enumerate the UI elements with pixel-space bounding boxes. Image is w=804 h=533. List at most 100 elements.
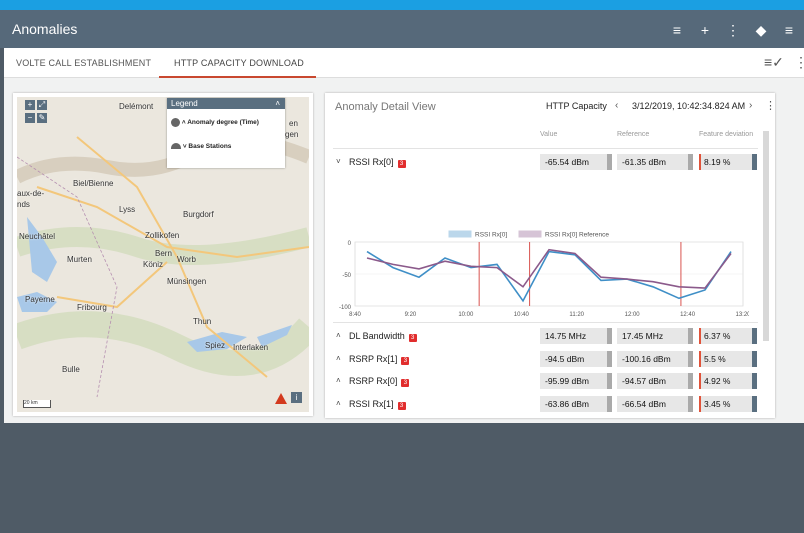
x-tick-label: 13:20 — [735, 312, 749, 318]
legend-title: Legend — [171, 99, 198, 108]
fullscreen-icon[interactable]: ⤢ — [37, 100, 47, 110]
deviation-cell: 4.92 % — [699, 373, 757, 389]
cell-cap — [688, 328, 693, 344]
legend-swatch-0 — [448, 230, 472, 238]
chevron-up-icon: ˄ — [181, 119, 186, 127]
map-label: Interlaken — [233, 343, 269, 352]
map-label: Spiez — [205, 341, 226, 350]
deviation-text: 6.37 % — [704, 331, 731, 341]
reference-cell: 17.45 MHz — [617, 328, 693, 344]
map-label: Biel/Bienne — [73, 179, 114, 188]
row-name: RSRP Rx[0] 3 — [349, 376, 410, 387]
chevron-down-icon[interactable]: ˅ — [336, 157, 341, 166]
row-name-text: RSSI Rx[1] — [349, 398, 394, 409]
more-vertical-icon[interactable]: ⋮ — [794, 54, 804, 71]
tab-http-capacity-download[interactable]: HTTP CAPACITY DOWNLOAD — [174, 58, 304, 68]
zoom-out-icon[interactable]: − — [25, 113, 35, 123]
deviation-bar — [699, 373, 701, 389]
divider — [333, 148, 758, 149]
value-text: -65.54 dBm — [545, 157, 589, 167]
deviation-text: 4.92 % — [704, 376, 731, 386]
map-label: Murten — [67, 255, 92, 264]
edit-icon[interactable]: ✎ — [37, 113, 47, 123]
metric-row[interactable]: ˄ RSRP Rx[1] 3 -94.5 dBm -100.16 dBm 5.5 % — [325, 349, 775, 371]
chevron-up-icon[interactable]: ˄ — [336, 399, 341, 408]
more-vertical-icon[interactable]: ⋮ — [765, 99, 775, 112]
map-label: Lyss — [119, 205, 136, 214]
cell-cap — [688, 154, 693, 170]
legend-swatch-1 — [518, 230, 542, 238]
metric-row[interactable]: ˄ RSSI Rx[1] 3 -63.86 dBm -66.54 dBm 3.45 % — [325, 394, 775, 416]
map-view[interactable]: + ⤢ − ✎ Delémont Biel/Bienne Lyss Burgdo… — [17, 97, 309, 412]
deviation-cell: 5.5 % — [699, 350, 757, 367]
main-content: VOLTE CALL ESTABLISHMENT HTTP CAPACITY D… — [4, 48, 804, 423]
metric-row[interactable]: ˄RSRQ Rx[1]3-12.25 dB-14.3 dB3.3 % — [325, 416, 775, 418]
legend-header[interactable]: Legend ˄ — [167, 98, 285, 109]
tab-volte-call-establishment[interactable]: VOLTE CALL ESTABLISHMENT — [16, 58, 151, 68]
reference-text: -100.16 dBm — [622, 353, 671, 364]
warning-icon[interactable] — [275, 393, 287, 404]
deviation-text: 3.45 % — [704, 398, 731, 409]
column-header-value: Value — [540, 131, 558, 138]
add-icon[interactable]: + — [694, 19, 716, 41]
deviation-cell: 6.37 % — [699, 328, 757, 344]
divider — [333, 322, 758, 323]
metric-row[interactable]: ˄ RSRP Rx[0] 3 -95.99 dBm -94.57 dBm 4.92 % — [325, 371, 775, 393]
legend-item-base-stations[interactable]: ˅ Base Stations — [171, 143, 231, 150]
x-tick-label: 12:00 — [625, 312, 641, 318]
map-label: Neuchâtel — [19, 232, 56, 241]
anomaly-badge: 3 — [401, 356, 410, 365]
tab-bar: VOLTE CALL ESTABLISHMENT HTTP CAPACITY D… — [4, 48, 804, 78]
rssi-chart-svg: 0 -50 -1008:40 9:20 10:00 10:40 11:20 12:00 12:4… — [339, 230, 751, 318]
deviation-cell: 3.45 % — [699, 395, 757, 412]
deviation-text: 8.19 % — [704, 157, 731, 167]
value-cell: 14.75 MHz — [540, 328, 612, 344]
y-tick-label: 0 — [348, 241, 352, 247]
label-icon[interactable]: ◆ — [750, 19, 772, 41]
detail-title: Anomaly Detail View — [335, 101, 436, 113]
info-icon[interactable]: i — [291, 392, 302, 403]
reference-text: -94.57 dBm — [622, 376, 666, 386]
reference-text: 17.45 MHz — [622, 331, 664, 341]
cell-cap — [607, 328, 612, 344]
value-text: -63.86 dBm — [545, 398, 589, 409]
chevron-left-icon[interactable]: ‹ — [615, 100, 618, 111]
chevron-right-icon[interactable]: › — [749, 100, 752, 111]
map-label: Bern — [155, 249, 172, 258]
anomaly-badge: 3 — [397, 160, 406, 168]
legend-item-label: Base Stations — [188, 143, 232, 150]
value-cell: -63.86 dBm — [540, 395, 612, 412]
zoom-in-icon[interactable]: + — [25, 100, 35, 110]
deviation-bar — [699, 328, 701, 344]
expanded-row[interactable]: ˅ RSSI Rx[0] 3 -65.54 dBm -61.35 dBm 8.19… — [325, 152, 775, 174]
chevron-up-icon[interactable]: ˄ — [336, 376, 341, 385]
rssi-chart: 0 -50 -100 8:40 9:20 10:00 10:40 11:20 12:00 12:4… — [331, 228, 751, 320]
chevron-up-icon[interactable]: ˄ — [336, 354, 341, 363]
map-label: Köniz — [143, 260, 164, 269]
map-label: Burgdorf — [183, 210, 214, 219]
reference-cell: -66.54 dBm — [617, 395, 693, 412]
timestamp: 3/12/2019, 10:42:34.824 AM — [632, 101, 746, 111]
align-center-icon[interactable]: ≡ — [666, 19, 688, 41]
app-bar: Anomalies ≡ + ⋮ ◆ ≡ — [0, 10, 804, 48]
legend-item-anomaly[interactable]: ˄ Anomaly degree (Time) — [171, 118, 259, 127]
reference-cell: -94.57 dBm — [617, 373, 693, 389]
chevron-up-icon[interactable]: ˄ — [275, 98, 280, 109]
row-name-text: RSSI Rx[0] — [349, 157, 394, 167]
filter-icon[interactable]: ≡ — [778, 19, 800, 41]
detail-scrollbar[interactable] — [763, 131, 769, 341]
map-label: aux-de- — [17, 189, 45, 198]
map-card: + ⤢ − ✎ Delémont Biel/Bienne Lyss Burgdo… — [13, 93, 313, 416]
metric-row[interactable]: ˄ DL Bandwidth 3 14.75 MHz 17.45 MHz 6.37 % — [325, 326, 775, 348]
metric-selector[interactable]: HTTP Capacity — [546, 101, 607, 111]
cell-cap — [607, 373, 612, 389]
more-vertical-icon[interactable]: ⋮ — [722, 19, 744, 41]
cell-cap — [607, 395, 612, 412]
playlist-check-icon[interactable]: ≡✓ — [764, 54, 784, 71]
cell-cap — [752, 350, 757, 367]
cell-cap — [752, 395, 757, 412]
map-label: Thun — [193, 317, 212, 326]
cell-cap — [688, 395, 693, 412]
value-text: -95.99 dBm — [545, 376, 589, 386]
chevron-up-icon[interactable]: ˄ — [336, 331, 341, 340]
